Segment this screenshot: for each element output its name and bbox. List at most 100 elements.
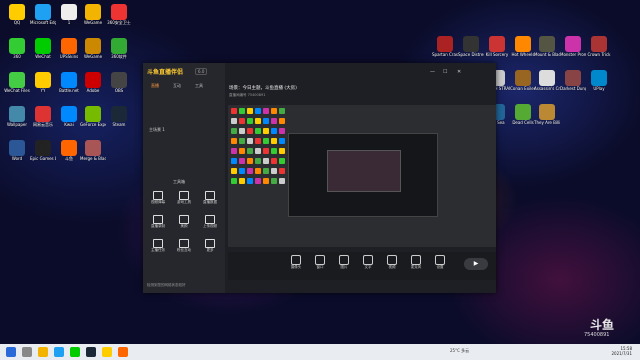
desktop-icon-label: 360安全卫士 [107,20,131,25]
desktop-icon[interactable]: YY [30,72,56,100]
desktop-icon[interactable]: Battle.net [56,72,82,100]
clock[interactable]: 15:58 2021/7/31 [611,346,632,356]
desktop-icon-label: Mount & Blade II [534,52,560,57]
desktop-icon[interactable]: UPSSkins [56,38,82,66]
desktop-icon[interactable]: Monster Prom [560,36,586,64]
preview-icon [279,108,285,114]
desktop-icon[interactable]: Dead Cells [510,104,536,132]
desktop-icon[interactable]: Mount & Blade II [534,36,560,64]
side-tab-live[interactable]: 直播 [151,83,159,89]
desktop-icon[interactable]: Conan Exiles [510,70,536,98]
desktop-icon-label: 斗鱼 [65,156,73,161]
weather[interactable]: 25°C 多云 [450,348,469,354]
control-settings[interactable]: 设置 [430,255,450,270]
tool-upload[interactable]: 上传视频 [201,215,219,229]
preview-icon [231,148,237,154]
desktop-icon[interactable]: Word [4,140,30,168]
tool-label: 上传视频 [203,224,217,228]
desktop-icon[interactable]: Epic Games Launcher [30,140,56,168]
tool-game-tool[interactable]: 游戏工具 [175,191,193,205]
desktop-icon[interactable]: WeChat Files [4,72,30,100]
app-icon [539,36,555,52]
video-icon [387,255,397,265]
desktop-icon-label: Battle.net [59,88,79,93]
preview-icon [263,118,269,124]
preview-icon [247,148,253,154]
desktop-icon[interactable]: Microsoft Edge [30,4,56,32]
scene-item[interactable]: 主场景 1 [149,127,165,133]
desktop-icon[interactable]: 网易云音乐 [30,106,56,134]
windows-start-icon[interactable] [6,347,16,357]
control-video[interactable]: 视频 [382,255,402,270]
desktop-icon[interactable]: QQ [4,4,30,32]
desktop-icon[interactable]: 360软件 [106,38,132,66]
control-camera[interactable]: 摄像头 [286,255,306,270]
desktop-icon-label: WeGame [83,20,103,25]
desktop-icon[interactable]: They Are Billions [534,104,560,132]
desktop-icon[interactable]: WeGame [80,38,106,66]
preview-icon [231,118,237,124]
side-tab-interact[interactable]: 互动 [173,83,181,89]
app-icon [591,70,607,86]
desktop-icon[interactable]: Assassin's Creed [534,70,560,98]
file-explorer-icon[interactable] [38,347,48,357]
desktop-icon[interactable]: Darkest Dungeon [560,70,586,98]
preview-icon [239,118,245,124]
desktop-icon-label: Assassin's Creed [534,86,560,91]
maximize-icon[interactable]: ☐ [443,69,447,75]
camera-icon [291,255,301,265]
desktop-icon[interactable]: Kill Sorcery [484,36,510,64]
desktop-icon[interactable]: WeGame [80,4,106,32]
control-label: 设置 [436,265,444,269]
settings-icon [435,255,445,265]
tool-fans[interactable]: 粉丝互动 [175,239,193,253]
control-window[interactable]: 窗口 [310,255,330,270]
preview-icon [247,128,253,134]
desktop-icon[interactable]: Kwai [56,106,82,134]
app-icon [35,106,51,122]
desktop-icon[interactable]: Steam [106,106,132,134]
preview-icon [255,128,261,134]
tool-live-data[interactable]: 直播数据 [201,191,219,205]
desktop-icon[interactable]: GeForce Experience [80,106,106,134]
desktop-icon[interactable]: UPlay [586,70,612,98]
desktop-icon-label: Merge & Blade [80,156,106,161]
start-stream-button[interactable]: ▶ [464,258,488,270]
desktop-icon[interactable]: Spartan Crash [432,36,458,64]
control-mic[interactable]: 麦克风 [406,255,426,270]
tool-label: 粉丝互动 [177,248,191,252]
control-bar: 摄像头 窗口 图片 文字 视频 麦克风 设置 ▶ [228,252,496,280]
close-icon[interactable]: ✕ [457,69,461,75]
edge-icon[interactable] [54,347,64,357]
desktop-icon[interactable]: OBS [106,72,132,100]
qq-icon[interactable] [102,347,112,357]
desktop-icon[interactable]: Adobe [80,72,106,100]
preview-icon [279,158,285,164]
side-tab-tools[interactable]: 工具 [195,83,203,89]
desktop-icon[interactable]: Space Distress [458,36,484,64]
desktop-icon[interactable]: Hot Wheels [510,36,536,64]
douyu-icon[interactable] [118,347,128,357]
minimize-icon[interactable]: — [430,69,435,75]
douyu-logo: 斗鱼 [590,318,615,332]
desktop-icon[interactable]: 斗鱼 [56,140,82,168]
search-icon[interactable] [22,347,32,357]
tool-danmu[interactable]: 视频弹幕 [149,191,167,205]
desktop-icon[interactable]: 1 [56,4,82,32]
desktop-icon[interactable]: Merge & Blade [80,140,106,168]
desktop-icon[interactable]: 360 [4,38,30,66]
control-image[interactable]: 图片 [334,255,354,270]
tool-beauty[interactable]: 美颜 [175,215,193,229]
wechat-icon[interactable] [70,347,80,357]
desktop-icon[interactable]: 360安全卫士 [106,4,132,32]
desktop-icon[interactable]: Wallpaper [4,106,30,134]
steam-icon[interactable] [86,347,96,357]
desktop-icon[interactable]: WeChat [30,38,56,66]
tool-more[interactable]: 更多 [201,239,219,253]
app-icon [9,106,25,122]
tool-recording[interactable]: 直播录制 [149,215,167,229]
preview-icon [247,178,253,184]
control-text[interactable]: 文字 [358,255,378,270]
tool-tasks[interactable]: 主播任务 [149,239,167,253]
desktop-icon[interactable]: Crown Trick [586,36,612,64]
